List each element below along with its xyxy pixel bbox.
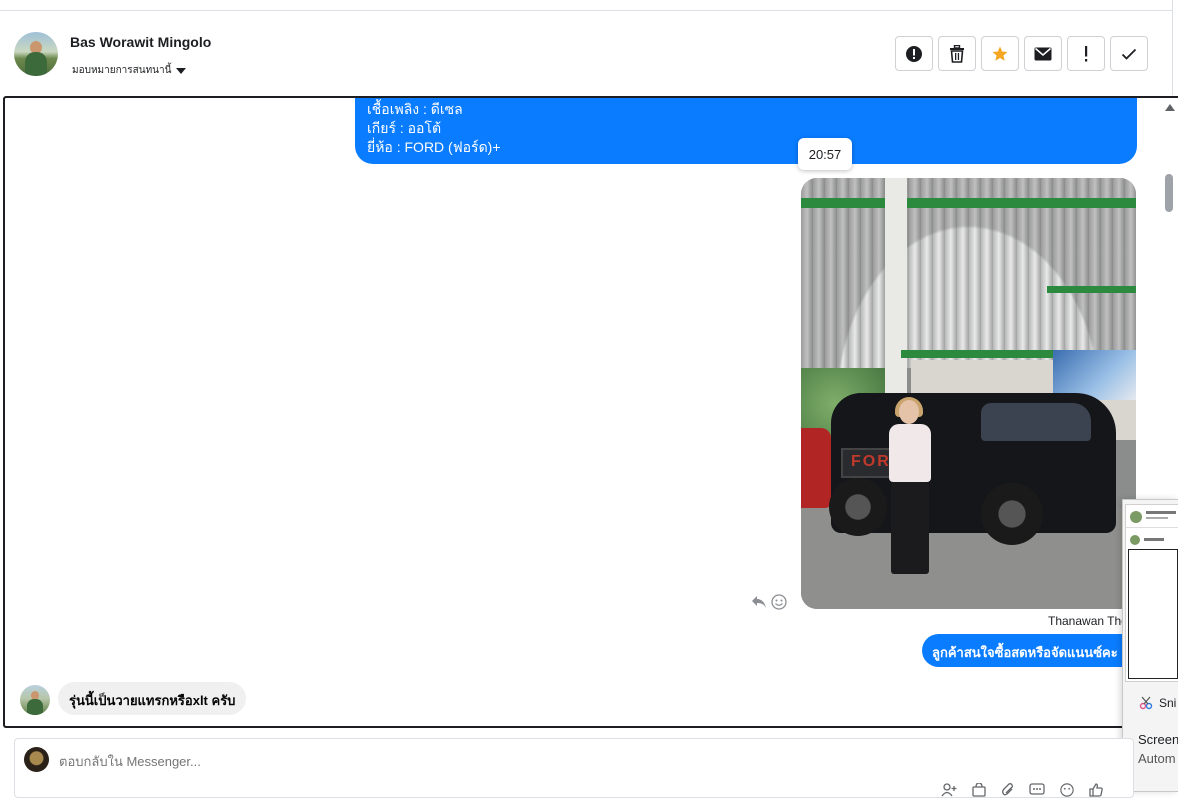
image-attachment[interactable]: FORD <box>801 178 1136 609</box>
message-reactions <box>751 594 787 610</box>
mark-unread-button[interactable] <box>1024 36 1062 71</box>
scroll-thumb[interactable] <box>1165 174 1173 212</box>
add-person-icon[interactable] <box>941 783 957 802</box>
follow-up-button[interactable] <box>1067 36 1105 71</box>
mail-icon <box>1034 47 1052 60</box>
page-avatar <box>24 747 49 772</box>
message-thread[interactable]: เชื้อเพลิง : ดีเซล เกียร์ : ออโต้ ยี่ห้อ… <box>3 96 1178 728</box>
contact-avatar[interactable] <box>14 32 58 76</box>
star-button[interactable] <box>981 36 1019 71</box>
delete-button[interactable] <box>938 36 976 71</box>
screenshot-preview[interactable] <box>1125 504 1178 682</box>
mark-done-button[interactable] <box>1110 36 1148 71</box>
conversation-header: Bas Worawit Mingolo มอบหมายการสนทนานี้ <box>0 11 1172 95</box>
assign-label: มอบหมายการสนทนานี้ <box>72 65 172 76</box>
contact-avatar-small[interactable] <box>20 685 50 715</box>
sender-name: Thanawan Tho <box>1048 614 1128 628</box>
message-line: เชื้อเพลิง : ดีเซล <box>367 101 463 117</box>
right-divider <box>1172 0 1173 95</box>
snip-app-name: Sni <box>1159 696 1177 710</box>
exclamation-icon <box>1085 45 1088 61</box>
notification-title: Screen <box>1138 732 1178 747</box>
caret-down-icon <box>176 67 187 74</box>
reply-composer <box>14 738 1134 798</box>
conversation-actions <box>895 36 1148 71</box>
report-button[interactable] <box>895 36 933 71</box>
star-icon <box>992 46 1008 61</box>
incoming-message-bubble[interactable]: รุ่นนี้เป็นวายแทรกหรือxlt ครับ <box>58 682 247 715</box>
snipping-tool-label: Sni <box>1139 696 1176 710</box>
emoji-icon[interactable] <box>1059 783 1075 802</box>
timestamp-tooltip: 20:57 <box>798 138 852 170</box>
scroll-up-arrow-icon[interactable] <box>1165 104 1175 111</box>
outgoing-message-bubble[interactable]: เชื้อเพลิง : ดีเซล เกียร์ : ออโต้ ยี่ห้อ… <box>355 98 1137 164</box>
composer-toolbar <box>941 782 1103 802</box>
reply-input[interactable] <box>59 754 659 769</box>
shopping-bag-icon[interactable] <box>971 782 987 802</box>
reply-icon[interactable] <box>751 595 767 609</box>
check-icon <box>1121 48 1137 60</box>
contact-name[interactable]: Bas Worawit Mingolo <box>70 34 211 50</box>
attachment-icon[interactable] <box>1001 783 1015 802</box>
trash-icon <box>950 44 964 63</box>
scissors-icon <box>1139 696 1153 710</box>
assign-conversation-dropdown[interactable]: มอบหมายการสนทนานี้ <box>72 63 187 78</box>
saved-reply-icon[interactable] <box>1029 783 1045 802</box>
message-line: เกียร์ : ออโต้ <box>367 120 442 136</box>
like-icon[interactable] <box>1089 783 1103 802</box>
message-line: ยี่ห้อ : FORD (ฟอร์ด)+ <box>367 139 501 155</box>
notification-body: Autom <box>1138 751 1176 766</box>
alert-circle-icon <box>906 45 922 62</box>
emoji-react-icon[interactable] <box>771 594 787 610</box>
